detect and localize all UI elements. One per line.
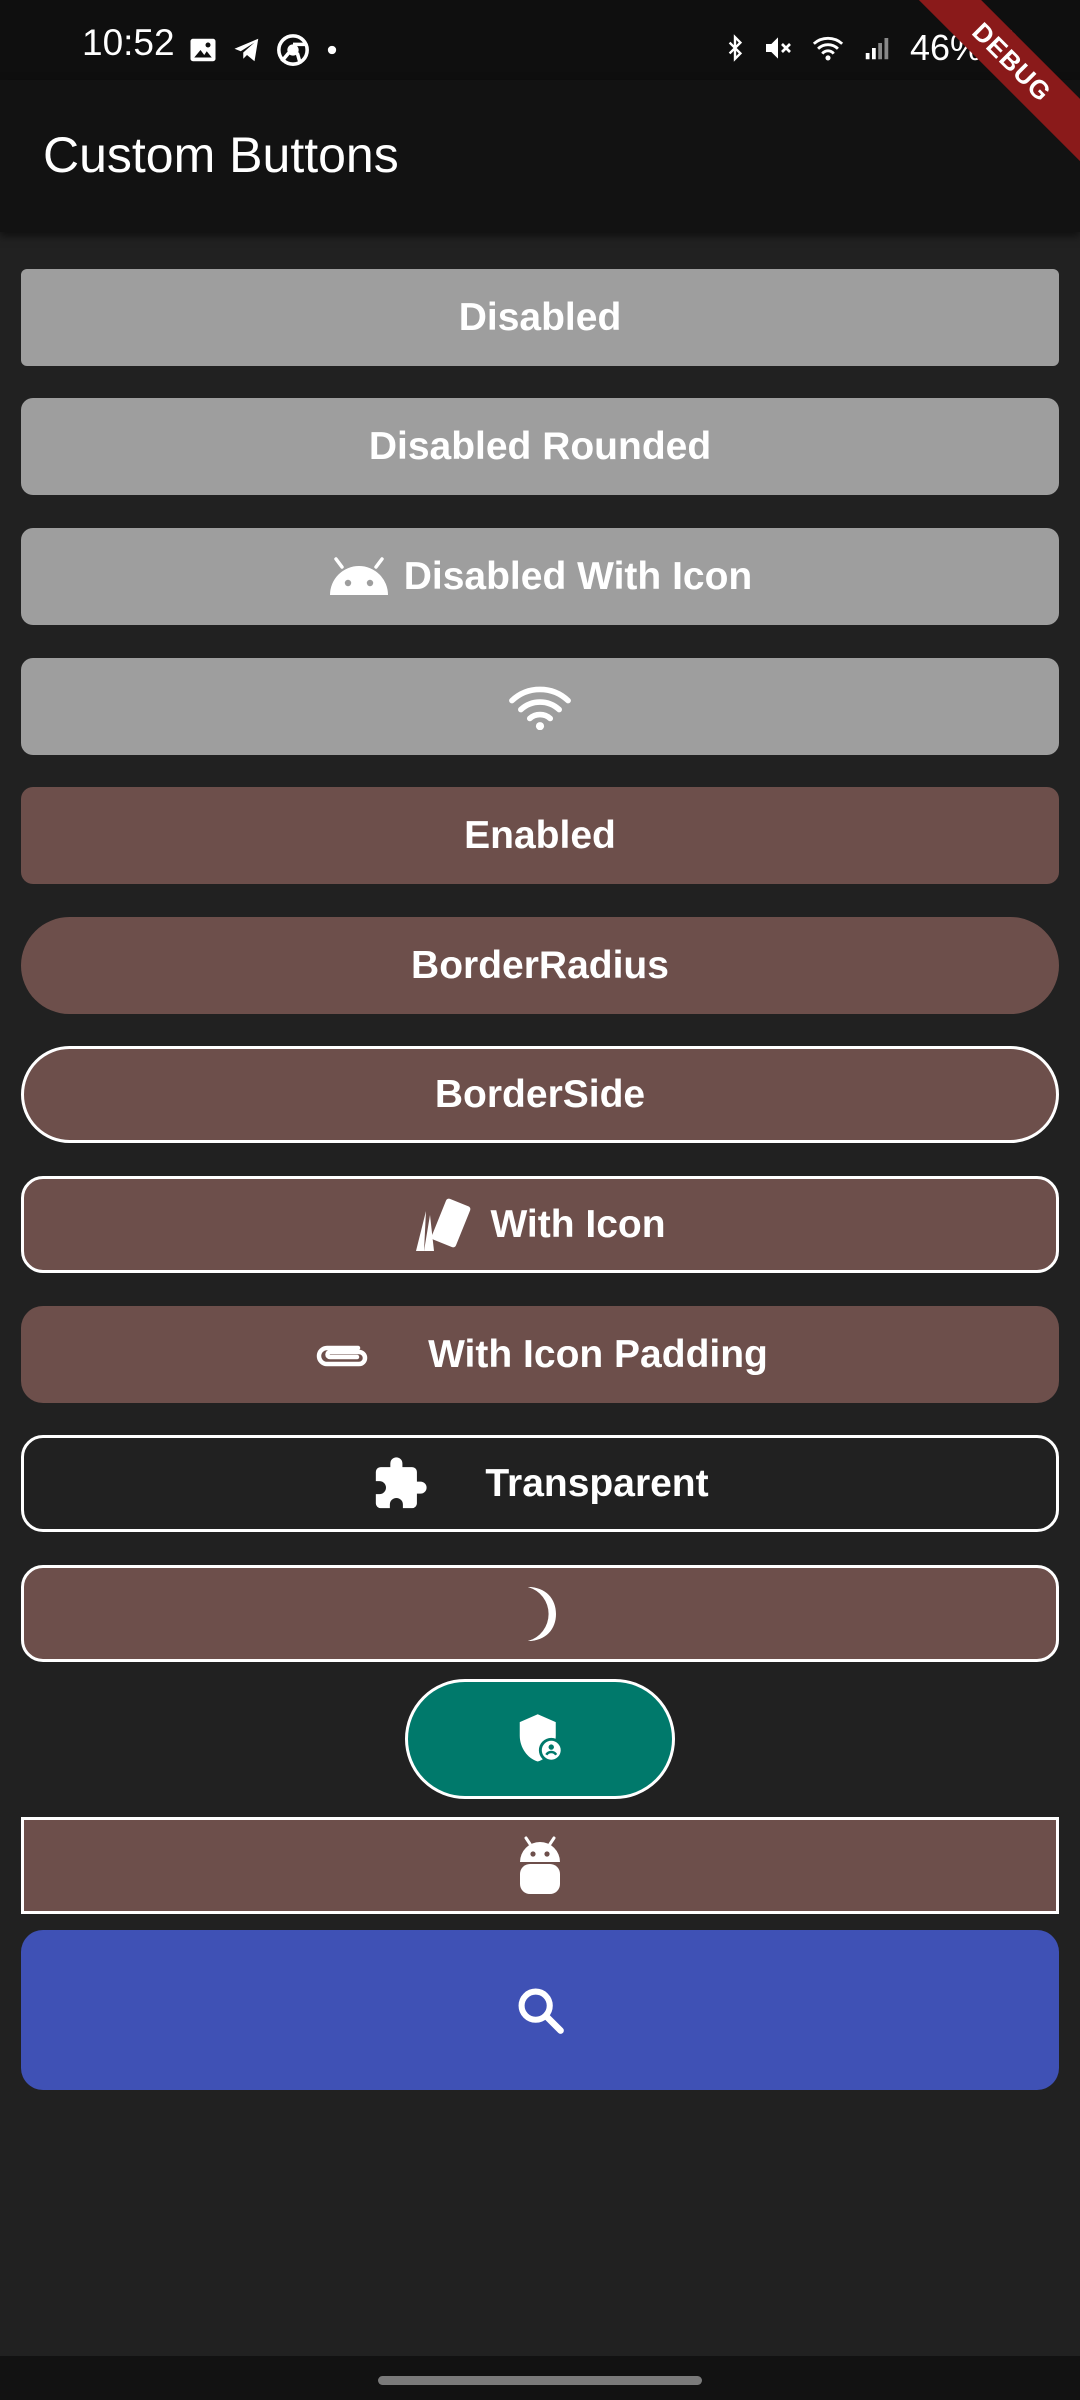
android-icon: [328, 556, 390, 597]
disabled-with-icon-button[interactable]: Disabled With Icon: [21, 528, 1059, 625]
disabled-button-label: Disabled: [458, 295, 622, 339]
with-icon-button[interactable]: With Icon: [21, 1176, 1059, 1273]
android-button[interactable]: [21, 1817, 1059, 1914]
moon-button[interactable]: [21, 1565, 1059, 1662]
home-indicator[interactable]: [378, 2376, 702, 2385]
border-radius-button-label: BorderRadius: [411, 943, 669, 987]
cards-icon: [414, 1197, 472, 1253]
status-notification-icons: [188, 30, 342, 70]
border-side-button[interactable]: BorderSide: [21, 1046, 1059, 1143]
disabled-rounded-button-label: Disabled Rounded: [368, 424, 712, 468]
moon-icon: [520, 1585, 560, 1643]
search-icon: [514, 1984, 566, 2036]
android-head-icon: [518, 1836, 562, 1896]
status-bar: 10:52 46%: [0, 0, 1080, 80]
wifi-disabled-button[interactable]: [21, 658, 1059, 755]
puzzle-icon: [371, 1455, 429, 1513]
app-bar: Custom Buttons: [0, 80, 1080, 232]
status-time: 10:52: [82, 22, 175, 63]
enabled-button[interactable]: Enabled: [21, 787, 1059, 884]
disabled-button[interactable]: Disabled: [21, 269, 1059, 366]
transparent-button[interactable]: Transparent: [21, 1435, 1059, 1532]
disabled-rounded-button[interactable]: Disabled Rounded: [21, 398, 1059, 495]
wifi-icon: [812, 36, 844, 61]
admin-shield-button[interactable]: [405, 1679, 675, 1799]
disabled-with-icon-button-label: Disabled With Icon: [403, 554, 753, 598]
status-system-icons: 46%: [722, 27, 1018, 68]
mute-icon: [766, 37, 791, 59]
dot-icon: [327, 45, 337, 55]
with-icon-padding-button-label: With Icon Padding: [428, 1332, 768, 1376]
search-button[interactable]: [21, 1930, 1059, 2090]
page-title: Custom Buttons: [43, 127, 399, 183]
enabled-button-label: Enabled: [464, 813, 616, 857]
chrome-icon: [277, 34, 309, 66]
battery-icon: [998, 30, 1017, 66]
telegram-icon: [234, 38, 259, 62]
battery-percent: 46%: [910, 27, 983, 68]
bluetooth-icon: [728, 34, 743, 62]
image-icon: [190, 38, 216, 62]
transparent-button-label: Transparent: [485, 1461, 709, 1505]
wifi-icon: [509, 684, 571, 730]
border-side-button-label: BorderSide: [434, 1072, 646, 1116]
admin-shield-icon: [513, 1711, 567, 1767]
with-icon-button-label: With Icon: [490, 1202, 666, 1246]
signal-icon: [865, 38, 889, 60]
border-radius-button[interactable]: BorderRadius: [21, 917, 1059, 1014]
paperclip-icon: [312, 1338, 370, 1372]
with-icon-padding-button[interactable]: With Icon Padding: [21, 1306, 1059, 1403]
